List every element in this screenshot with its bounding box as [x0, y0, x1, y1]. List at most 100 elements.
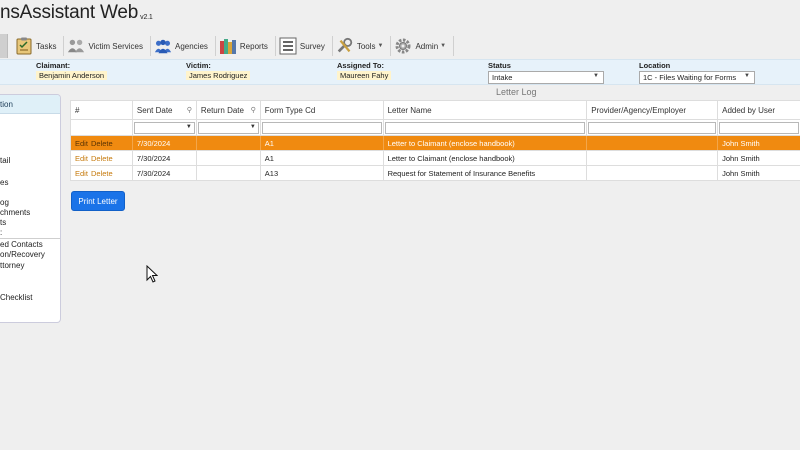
- wrench-icon: [336, 37, 354, 55]
- toolbar-tasks[interactable]: Tasks: [12, 34, 61, 58]
- sidebar-item-log[interactable]: og: [0, 198, 9, 207]
- return-date-cell: [197, 166, 261, 180]
- column-header-letter-name[interactable]: Letter Name: [384, 101, 588, 119]
- return-date-cell: [197, 151, 261, 165]
- filter-cell-provider: [587, 120, 719, 135]
- delete-link[interactable]: Delete: [91, 154, 113, 163]
- column-header-label: Added by User: [722, 105, 776, 115]
- toolbar-survey[interactable]: Survey: [276, 34, 330, 58]
- sent-date-filter-select[interactable]: ▼: [133, 121, 195, 134]
- assigned-to-label: Assigned To:: [337, 61, 384, 70]
- toolbar-tasks-label: Tasks: [36, 41, 57, 51]
- column-header-provider[interactable]: Provider/Agency/Employer: [587, 101, 719, 119]
- toolbar-agencies[interactable]: Agencies: [151, 34, 213, 58]
- column-header-label: Letter Name: [387, 105, 432, 115]
- chevron-down-icon: ▼: [377, 43, 384, 49]
- filter-icon[interactable]: ⚲: [187, 106, 192, 114]
- app-title: nsAssistant Web v2.1: [0, 2, 153, 24]
- claimant-field: Claimant: Benjamin Anderson: [36, 61, 108, 80]
- letter-log-title: Letter Log: [496, 87, 537, 97]
- edit-link[interactable]: Edit: [75, 139, 88, 148]
- clipboard-icon: [15, 37, 33, 55]
- table-row[interactable]: Edit Delete 7/30/2024 A1 Letter to Claima…: [71, 151, 800, 166]
- provider-filter-input[interactable]: [588, 121, 717, 134]
- sidebar-item-attachments[interactable]: chments: [0, 208, 30, 217]
- column-header-number[interactable]: #: [71, 101, 133, 119]
- victim-field: Victim: James Rodriguez: [186, 61, 251, 80]
- claimant-label: Claimant:: [36, 61, 71, 70]
- assigned-to-field: Assigned To: Maureen Fahy: [337, 61, 392, 80]
- row-actions-cell: Edit Delete: [71, 166, 133, 180]
- sidebar-item-detail[interactable]: tail: [0, 156, 10, 165]
- books-icon: [219, 37, 237, 55]
- column-header-added-by[interactable]: Added by User: [718, 101, 800, 119]
- sidebar-divider: [0, 238, 60, 239]
- sidebar-item-notes[interactable]: es: [0, 178, 8, 187]
- toolbar-reports-label: Reports: [239, 41, 268, 51]
- filter-icon[interactable]: ⚲: [251, 106, 256, 114]
- sidebar-item-ts[interactable]: ts: [0, 218, 6, 227]
- toolbar-survey-label: Survey: [299, 41, 325, 51]
- added-by-filter-input[interactable]: [719, 121, 800, 134]
- status-select-value: Intake: [492, 73, 513, 82]
- side-navigation-header[interactable]: tion: [0, 95, 60, 114]
- table-row[interactable]: Edit Delete 7/30/2024 A13 Request for Sta…: [71, 166, 800, 181]
- victim-value: James Rodriguez: [186, 71, 251, 80]
- status-label: Status: [488, 61, 511, 70]
- sidebar-item-related-contacts[interactable]: ed Contacts: [0, 240, 43, 249]
- sidebar-item-checklist[interactable]: Checklist: [0, 293, 32, 302]
- chevron-down-icon: ▼: [440, 43, 447, 49]
- letter-name-cell: Request for Statement of Insurance Benef…: [384, 166, 588, 180]
- added-by-cell: John Smith: [722, 153, 760, 163]
- sidebar-item-recovery[interactable]: on/Recovery: [0, 250, 45, 259]
- form-type-filter-input[interactable]: [261, 121, 382, 134]
- side-navigation-header-label: tion: [0, 99, 13, 109]
- toolbar-victim-services-label: Victim Services: [88, 41, 143, 51]
- sidebar-item-colon[interactable]: :: [0, 228, 2, 237]
- edit-link[interactable]: Edit: [75, 154, 88, 163]
- table-row[interactable]: Edit Delete 7/30/2024 A1 Letter to Claima…: [71, 136, 800, 151]
- delete-link[interactable]: Delete: [91, 139, 113, 148]
- column-header-sent-date[interactable]: Sent Date ⚲: [133, 101, 197, 119]
- status-select[interactable]: Intake ▼: [488, 71, 604, 84]
- toolbar-reports[interactable]: Reports: [216, 34, 273, 58]
- letter-name-cell: Letter to Claimant (enclose handbook): [384, 151, 588, 165]
- added-by-cell: John Smith: [722, 138, 760, 148]
- column-header-form-type[interactable]: Form Type Cd: [261, 101, 384, 119]
- edit-link[interactable]: Edit: [75, 169, 88, 178]
- toolbar-admin-label: Admin: [415, 41, 439, 51]
- toolbar-agencies-label: Agencies: [174, 41, 208, 51]
- app-version: v2.1: [140, 14, 153, 21]
- added-by-cell: John Smith: [722, 168, 760, 178]
- letter-name-filter-input[interactable]: [384, 121, 586, 134]
- form-type-cell: A1: [261, 136, 384, 150]
- gear-icon: [394, 37, 412, 55]
- return-date-filter-select[interactable]: ▼: [197, 121, 259, 134]
- filter-cell-sent-date: ▼: [133, 120, 197, 135]
- location-label: Location: [639, 61, 671, 70]
- column-header-return-date[interactable]: Return Date ⚲: [197, 101, 261, 119]
- location-select[interactable]: 1C - Files Waiting for Forms ▼: [639, 71, 755, 84]
- mouse-cursor-icon: [146, 265, 158, 283]
- chevron-down-icon: ▼: [249, 123, 256, 130]
- toolbar-tools-label: Tools: [356, 41, 376, 51]
- column-header-label: Form Type Cd: [264, 105, 316, 115]
- toolbar-tools[interactable]: Tools ▼: [333, 34, 389, 58]
- print-letter-button[interactable]: Print Letter: [71, 191, 125, 211]
- victim-label: Victim:: [186, 61, 211, 70]
- filter-cell-return-date: ▼: [197, 120, 261, 135]
- form-type-cell: A13: [261, 166, 384, 180]
- side-navigation: tion tail es og chments ts : ed Contacts…: [0, 94, 61, 323]
- sidebar-item-attorney[interactable]: ttorney: [0, 261, 24, 270]
- filter-cell-added-by: [718, 120, 800, 135]
- assigned-to-value: Maureen Fahy: [337, 71, 392, 80]
- delete-link[interactable]: Delete: [91, 169, 113, 178]
- app-title-text: nsAssistant Web: [0, 2, 139, 23]
- toolbar-victim-services[interactable]: Victim Services: [64, 34, 148, 58]
- list-icon: [279, 37, 297, 55]
- filter-cell-form-type: [261, 120, 384, 135]
- status-field: Status Intake ▼: [488, 61, 604, 84]
- toolbar-admin[interactable]: Admin ▼: [391, 34, 451, 58]
- toolbar-home-tab[interactable]: [0, 34, 8, 58]
- group-icon: [154, 37, 172, 55]
